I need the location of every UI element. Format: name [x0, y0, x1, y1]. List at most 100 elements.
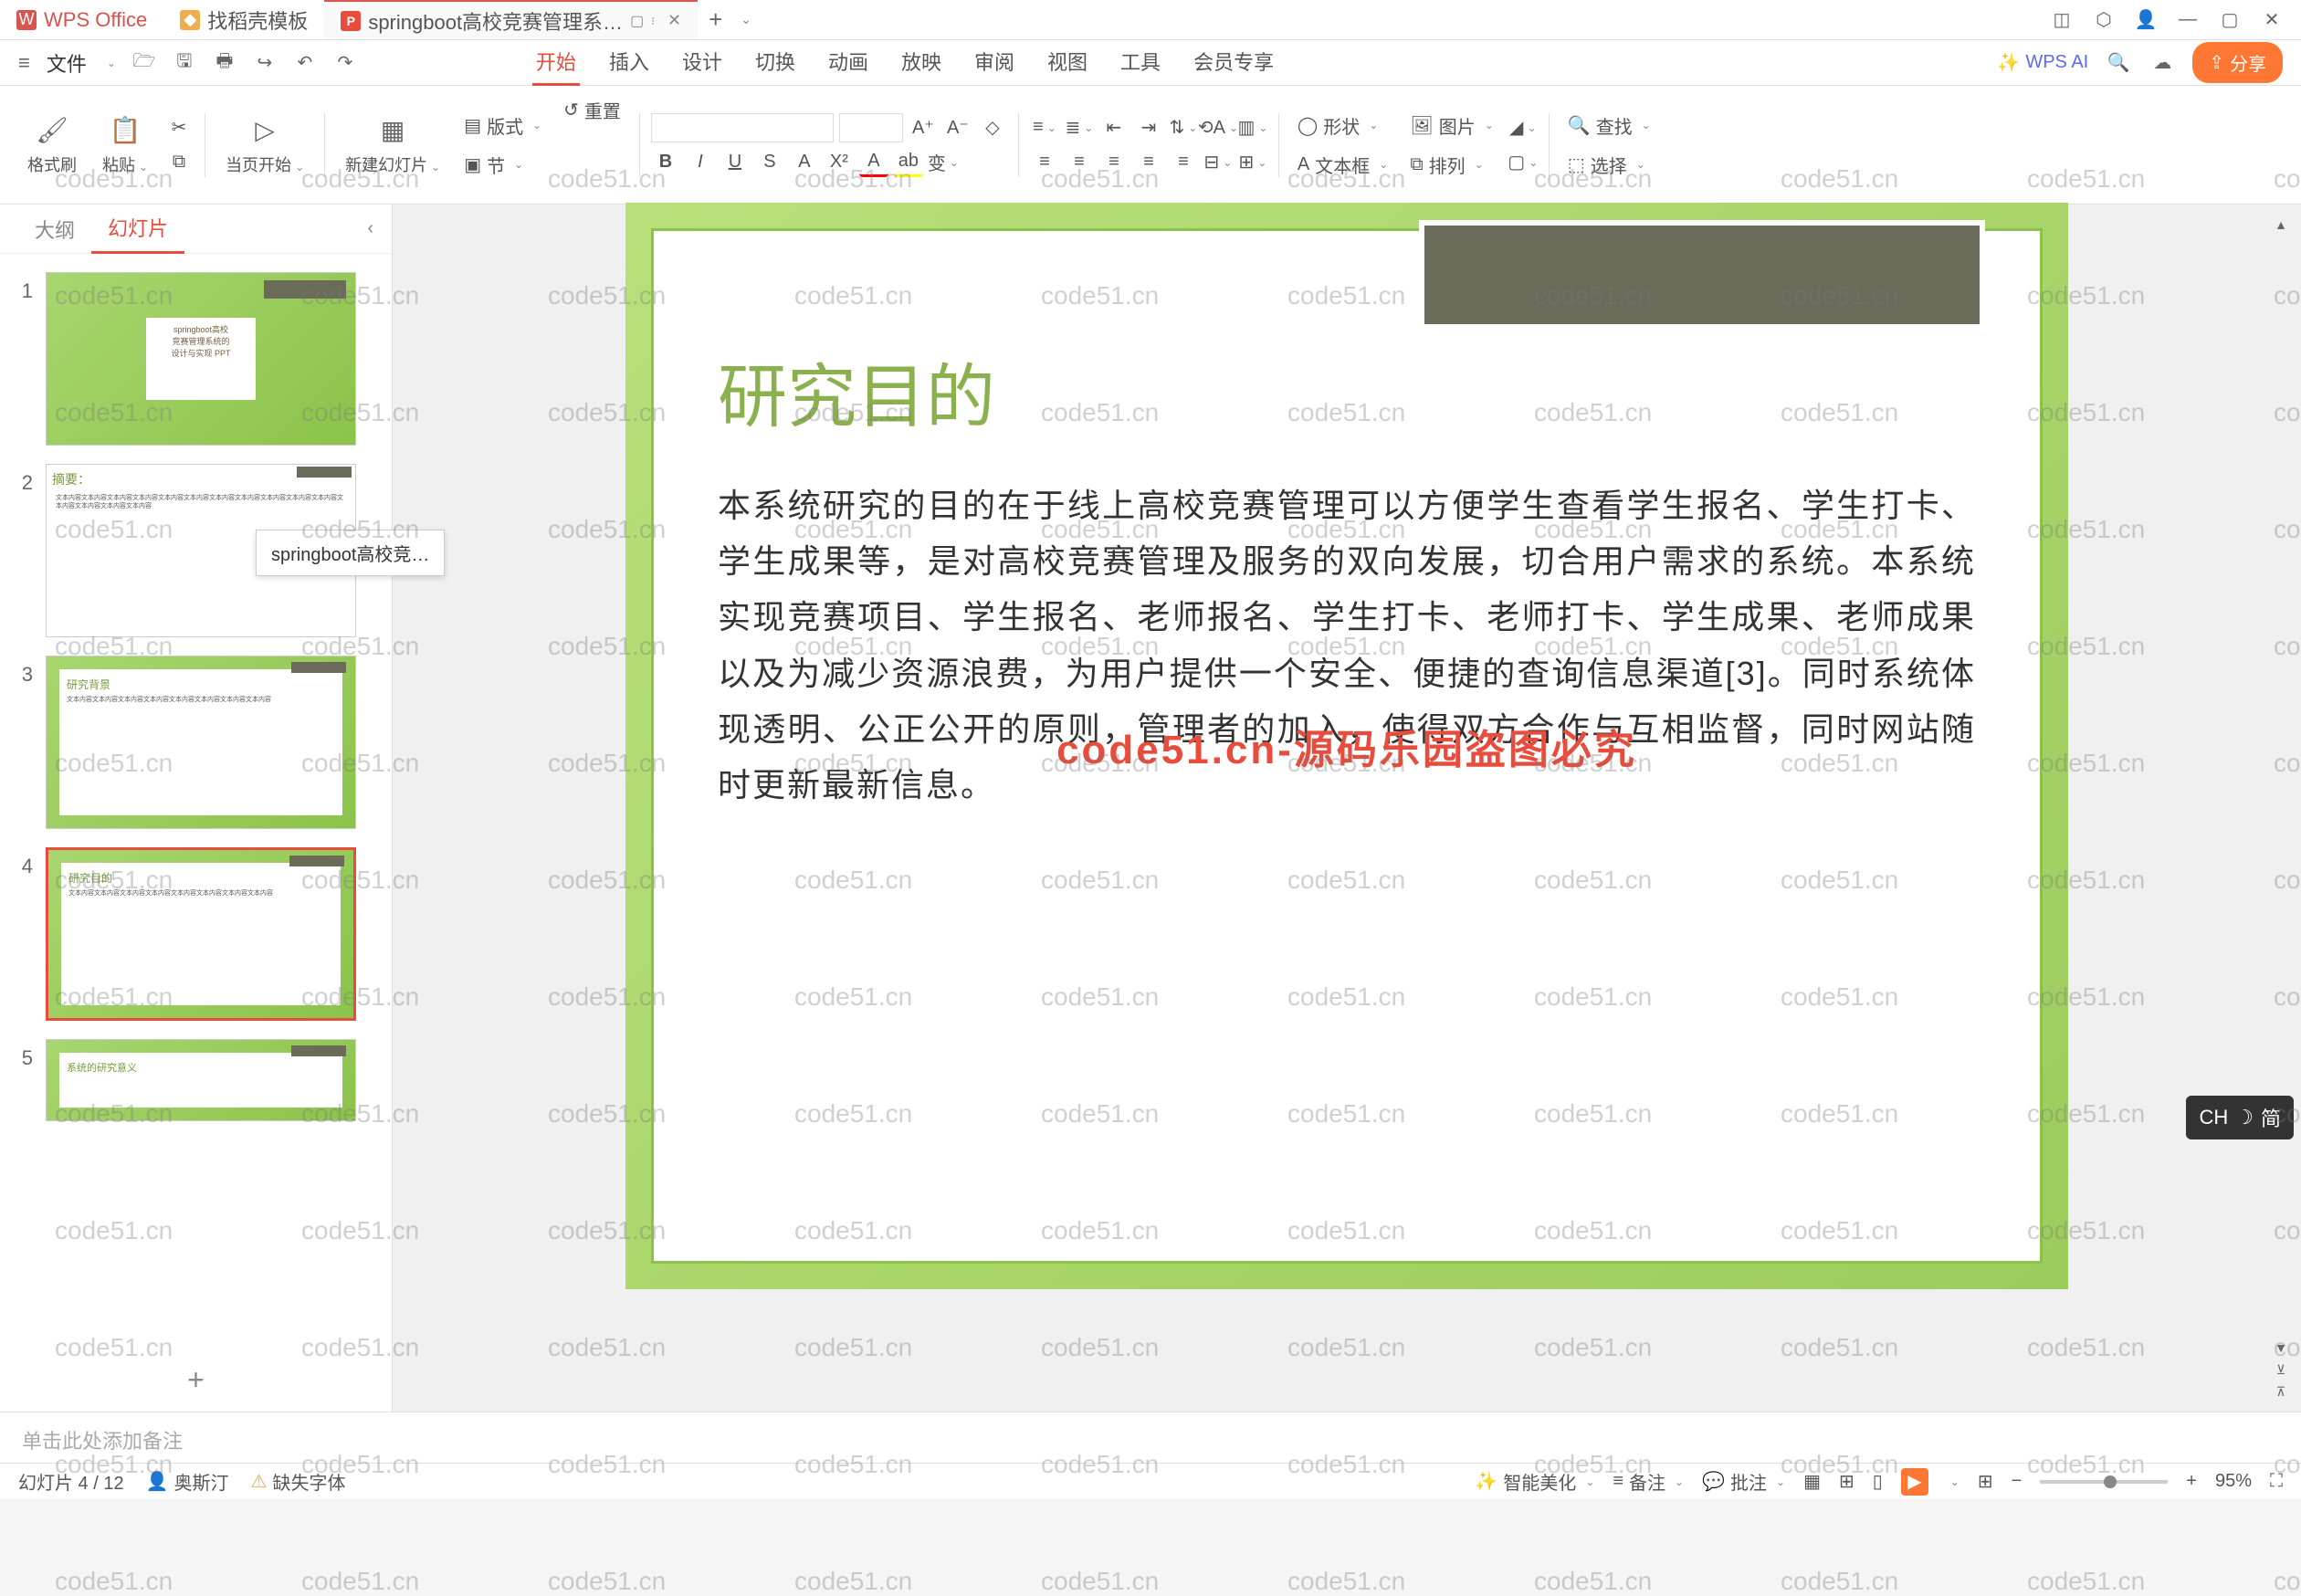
tab-animation[interactable]: 动画 — [825, 39, 872, 86]
thumbnail-slide-1[interactable]: springboot高校竞赛管理系统的设计与实现 PPT — [46, 272, 356, 446]
align-center-button[interactable]: ≡ — [1065, 148, 1094, 177]
justify-button[interactable]: ≡ — [1134, 148, 1163, 177]
app-tab-template[interactable]: ◆ 找稻壳模板 — [163, 0, 324, 39]
format-painter-button[interactable]: 🖌 格式刷 — [18, 109, 86, 182]
textbox-button[interactable]: A 文本框⌄ — [1290, 148, 1395, 182]
slide-counter[interactable]: 幻灯片 4 / 12 — [18, 1468, 124, 1495]
open-icon[interactable]: 🗁 — [131, 49, 158, 77]
bullets-button[interactable]: ≡⌄ — [1030, 113, 1059, 142]
text-effects-button[interactable]: A — [790, 148, 819, 177]
ime-indicator[interactable]: CH ☽ 简 — [2186, 1096, 2294, 1139]
paste-button[interactable]: 📋 粘贴⌄ — [93, 109, 157, 182]
app-tab-document[interactable]: P springboot高校竞赛管理系… ▢ ⁝ ✕ — [324, 0, 698, 39]
increase-indent-button[interactable]: ⇥ — [1134, 113, 1163, 142]
window-layout-icon[interactable]: ◫ — [2051, 9, 2073, 31]
collapse-panel-icon[interactable]: ‹ — [367, 218, 373, 239]
columns-button[interactable]: ▥⌄ — [1238, 113, 1267, 142]
shape-outline-icon[interactable]: ▢⌄ — [1508, 148, 1538, 177]
slides-tab[interactable]: 幻灯片 — [91, 204, 184, 254]
export-icon[interactable]: ↪ — [251, 49, 278, 77]
align-v-button[interactable]: ⊟⌄ — [1203, 148, 1233, 177]
normal-view-icon[interactable]: ▦ — [1803, 1470, 1821, 1493]
tab-review[interactable]: 审阅 — [971, 39, 1018, 86]
tab-transition[interactable]: 切换 — [751, 39, 799, 86]
align-left-button[interactable]: ≡ — [1030, 148, 1059, 177]
file-menu-button[interactable]: 文件 — [39, 45, 94, 81]
share-button[interactable]: ⇪ 分享 — [2192, 42, 2283, 83]
close-tab-icon[interactable]: ✕ — [667, 11, 681, 30]
outline-tab[interactable]: 大纲 — [18, 205, 91, 253]
redo-icon[interactable]: ↷ — [331, 49, 359, 77]
select-button[interactable]: ⬚ 选择⌄ — [1560, 148, 1658, 182]
sorter-view-icon[interactable]: ⊞ — [1839, 1470, 1854, 1493]
menu-icon[interactable]: ≡ — [18, 51, 30, 75]
tab-view[interactable]: 视图 — [1044, 39, 1091, 86]
new-slide-button[interactable]: ▦ 新建幻灯片⌄ — [336, 109, 449, 182]
undo-icon[interactable]: ↶ — [291, 49, 319, 77]
copy-icon[interactable]: ⧉ — [164, 148, 194, 177]
zoom-thumb[interactable] — [2104, 1475, 2117, 1488]
grid-icon[interactable]: ⊞ — [1978, 1470, 1993, 1493]
increase-font-icon[interactable]: A⁺ — [909, 113, 938, 142]
shape-button[interactable]: ◯ 形状⌄ — [1290, 109, 1395, 142]
smartart-button[interactable]: ⊞⌄ — [1238, 148, 1267, 177]
underline-button[interactable]: U — [720, 148, 750, 177]
comments-button[interactable]: 💬 批注⌄ — [1702, 1468, 1785, 1495]
highlight-button[interactable]: ab — [894, 148, 923, 177]
font-family-select[interactable] — [651, 113, 834, 142]
print-icon[interactable]: 🖶 — [211, 49, 238, 77]
bold-button[interactable]: B — [651, 148, 680, 177]
decrease-indent-button[interactable]: ⇤ — [1099, 113, 1129, 142]
scroll-track[interactable] — [2270, 236, 2292, 1337]
picture-button[interactable]: 🖼 图片⌄ — [1403, 109, 1500, 142]
add-slide-button[interactable]: + — [0, 1349, 392, 1412]
change-case-button[interactable]: 变⌄ — [929, 148, 958, 177]
distribute-button[interactable]: ≡ — [1169, 148, 1198, 177]
prev-slide-icon[interactable]: ⊻ — [2270, 1359, 2292, 1381]
tab-member[interactable]: 会员专享 — [1190, 39, 1277, 86]
smart-beautify-button[interactable]: ✨ 智能美化⌄ — [1475, 1468, 1594, 1495]
tab-list-dropdown[interactable]: ⌄ — [733, 12, 759, 27]
align-right-button[interactable]: ≡ — [1099, 148, 1129, 177]
new-tab-button[interactable]: + — [698, 5, 733, 34]
thumbnail-slide-4[interactable]: 研究目的 文本内容文本内容文本内容文本内容文本内容文本内容文本内容文本内容 — [46, 847, 356, 1021]
layout-button[interactable]: ▤ 版式⌄ — [457, 109, 549, 142]
slide-canvas[interactable]: 研究目的 本系统研究的目的在于线上高校竞赛管理可以方便学生查看学生报名、学生打卡… — [393, 205, 2301, 1412]
author-info[interactable]: 👤 奥斯汀 — [146, 1468, 229, 1495]
zoom-slider[interactable] — [2040, 1480, 2168, 1484]
tab-design[interactable]: 设计 — [678, 39, 726, 86]
file-dropdown-icon[interactable]: ⌄ — [107, 57, 116, 69]
from-current-button[interactable]: ▷ 当页开始⌄ — [216, 109, 313, 182]
maximize-button[interactable]: ▢ — [2219, 9, 2241, 31]
zoom-in-button[interactable]: + — [2186, 1471, 2197, 1492]
tab-slideshow[interactable]: 放映 — [898, 39, 945, 86]
text-direction-button[interactable]: ⟲A⌄ — [1203, 113, 1233, 142]
tab-menu-icon[interactable]: ⁝ — [651, 15, 655, 27]
zoom-out-button[interactable]: − — [2012, 1471, 2023, 1492]
superscript-button[interactable]: X² — [825, 148, 854, 177]
italic-button[interactable]: I — [686, 148, 715, 177]
font-color-button[interactable]: A — [859, 148, 888, 177]
decrease-font-icon[interactable]: A⁻ — [943, 113, 972, 142]
thumbnail-slide-3[interactable]: 研究背景 文本内容文本内容文本内容文本内容文本内容文本内容文本内容文本内容 — [46, 656, 356, 829]
reading-view-icon[interactable]: ▯ — [1873, 1470, 1883, 1493]
fit-window-icon[interactable]: ⛶ — [2270, 1471, 2283, 1492]
wps-ai-button[interactable]: ✨ WPS AI — [1997, 51, 2088, 74]
slideshow-button[interactable]: ▶ — [1901, 1468, 1928, 1496]
minimize-button[interactable]: — — [2177, 9, 2199, 31]
thumbnail-item[interactable]: 3 研究背景 文本内容文本内容文本内容文本内容文本内容文本内容文本内容文本内容 — [11, 656, 381, 829]
font-size-select[interactable] — [839, 113, 903, 142]
zoom-level[interactable]: 95% — [2215, 1471, 2252, 1492]
app-tab-wps[interactable]: W WPS Office — [0, 0, 163, 39]
thumbnail-item[interactable]: 5 系统的研究意义 — [11, 1039, 381, 1121]
clear-format-icon[interactable]: ◇ — [978, 113, 1007, 142]
vertical-scrollbar[interactable]: ▲ ▼ ⊻ ⊼ — [2270, 214, 2292, 1402]
thumbnail-slide-5[interactable]: 系统的研究意义 — [46, 1039, 356, 1121]
avatar-icon[interactable]: 👤 — [2135, 9, 2157, 31]
cube-icon[interactable]: ⬡ — [2093, 9, 2115, 31]
section-button[interactable]: ▣ 节⌄ — [457, 148, 531, 182]
find-button[interactable]: 🔍 查找⌄ — [1560, 109, 1658, 142]
shape-fill-icon[interactable]: ◢⌄ — [1508, 113, 1538, 142]
save-icon[interactable]: 🖫 — [171, 49, 198, 77]
line-spacing-button[interactable]: ⇅⌄ — [1169, 113, 1198, 142]
